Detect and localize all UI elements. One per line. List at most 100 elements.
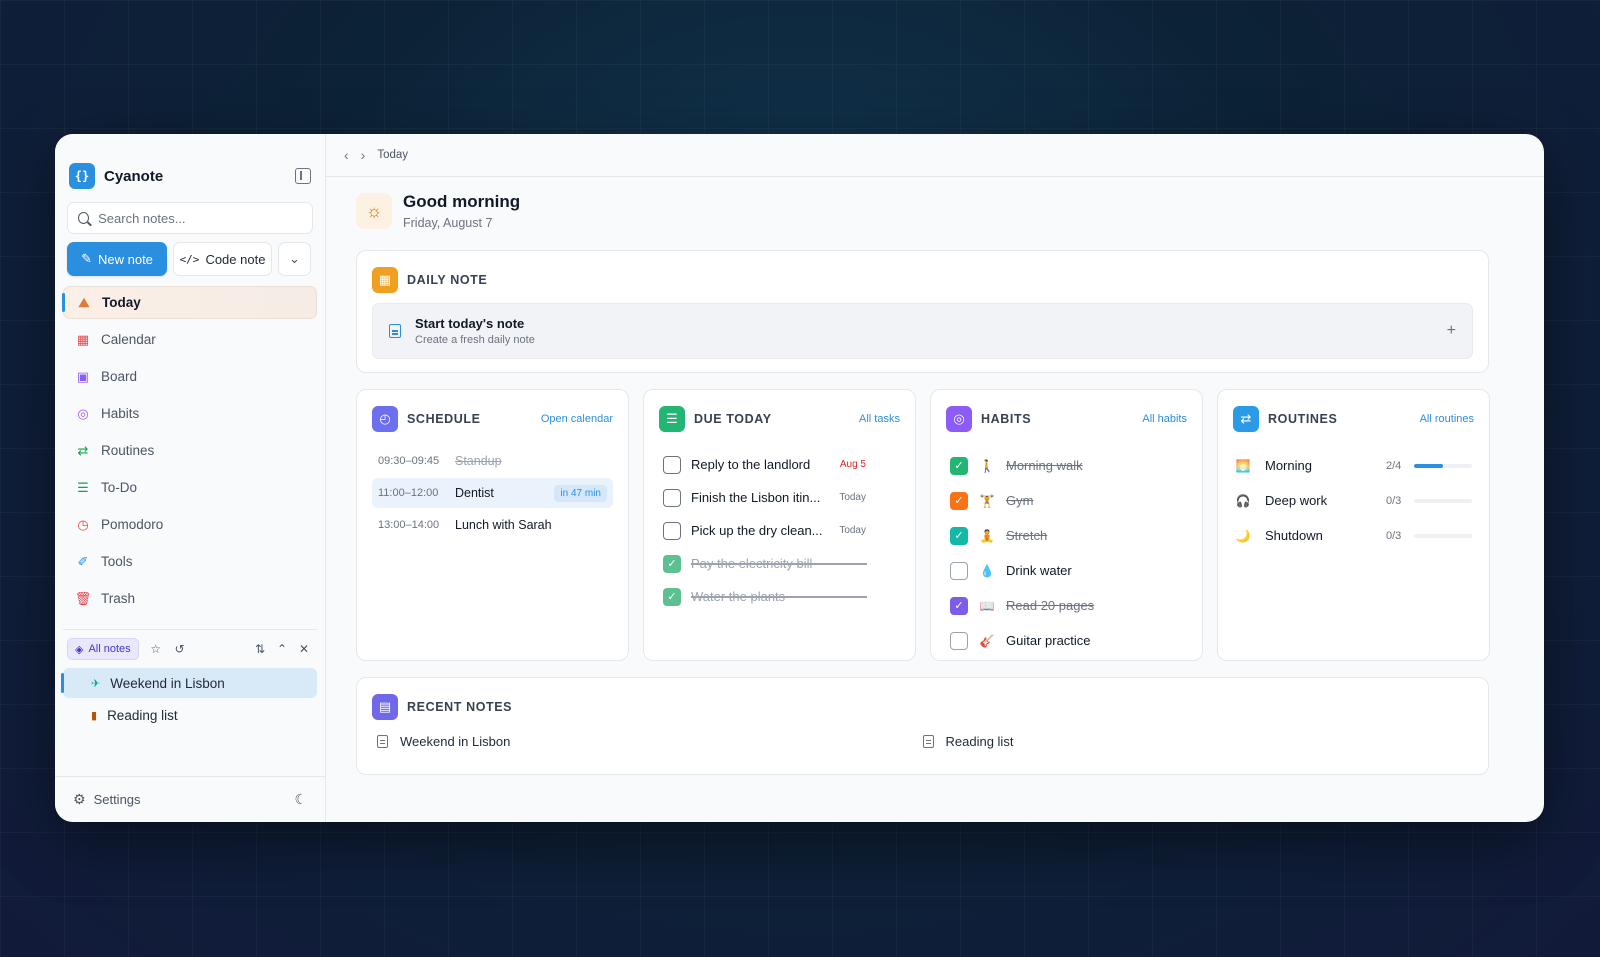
habit-checkbox-checked[interactable]: ✓: [950, 526, 968, 545]
document-icon: [389, 324, 401, 338]
strikethrough-line: [691, 563, 867, 565]
sunrise-icon: 🌅: [1235, 458, 1251, 473]
nav-item-tools[interactable]: ✐ Tools: [63, 545, 317, 578]
nav-item-label: Trash: [101, 591, 136, 606]
main-content: ‹ › Today ☼ Good morning Friday, August …: [326, 134, 1544, 822]
brand: {} Cyanote: [55, 134, 325, 190]
nav-item-calendar[interactable]: ▦ Calendar: [63, 323, 317, 356]
search-input[interactable]: [98, 210, 302, 226]
event-title: Standup: [455, 454, 502, 468]
due-today-card: ☰ DUE TODAY All tasks Reply to the landl…: [643, 389, 916, 661]
recent-note-item[interactable]: Reading list: [922, 734, 1469, 749]
recent-note-item[interactable]: Weekend in Lisbon: [377, 734, 923, 749]
search-box[interactable]: [67, 202, 313, 234]
schedule-event[interactable]: 13:00–14:00 Lunch with Sarah: [372, 510, 613, 540]
habit-item: 🎸 Guitar practice: [950, 623, 1183, 658]
nav-item-pomodoro[interactable]: ◷ Pomodoro: [63, 508, 317, 541]
headphones-icon: 🎧: [1235, 493, 1251, 508]
sort-icon[interactable]: ⇅: [253, 642, 267, 656]
schedule-event[interactable]: 09:30–09:45 Standup: [372, 446, 613, 476]
back-icon[interactable]: ‹: [344, 147, 349, 163]
forward-icon[interactable]: ›: [361, 147, 366, 163]
schedule-event-current[interactable]: 11:00–12:00 Dentist in 47 min: [372, 478, 613, 508]
task-checkbox-checked[interactable]: ✓: [663, 587, 681, 606]
task-checkbox[interactable]: [663, 455, 681, 474]
nav-item-label: Calendar: [101, 332, 156, 347]
checklist-icon: ☰: [77, 479, 89, 495]
all-habits-link[interactable]: All habits: [1142, 413, 1187, 425]
search-icon: [78, 212, 90, 224]
nav-item-habits[interactable]: ◎ Habits: [63, 397, 317, 430]
all-notes-filter[interactable]: ◈ All notes: [67, 638, 139, 660]
routine-item[interactable]: 🌙 Shutdown 0/3: [1235, 518, 1472, 553]
sidebar: {} Cyanote ✎ New note </> Code note ⌄ ⛰: [55, 134, 326, 822]
task-checkbox[interactable]: [663, 488, 681, 507]
nav-item-label: Tools: [101, 554, 133, 569]
nav-item-board[interactable]: ▣ Board: [63, 360, 317, 393]
all-tasks-link[interactable]: All tasks: [859, 413, 900, 425]
habit-checkbox-checked[interactable]: ✓: [950, 596, 968, 615]
habit-checkbox[interactable]: [950, 631, 968, 650]
task-item-done: ✓ Water the plants: [663, 580, 896, 613]
task-title[interactable]: Finish the Lisbon itin...: [691, 490, 820, 505]
nav-item-today[interactable]: ⛰ Today: [62, 286, 317, 319]
expand-icon[interactable]: ⌃: [275, 642, 289, 656]
gear-icon: ⚙: [73, 791, 86, 807]
routine-name: Morning: [1265, 458, 1312, 473]
code-icon: </>: [179, 252, 200, 266]
note-item-weekend-in-lisbon[interactable]: ✈ Weekend in Lisbon: [61, 668, 317, 698]
recent-note-title: Weekend in Lisbon: [400, 734, 511, 749]
sun-icon: ☼: [356, 193, 392, 229]
routine-item[interactable]: 🎧 Deep work 0/3: [1235, 483, 1472, 518]
routine-name: Deep work: [1265, 493, 1328, 508]
star-icon[interactable]: ☆: [149, 642, 163, 656]
nav-item-label: To-Do: [101, 480, 138, 495]
all-routines-link[interactable]: All routines: [1420, 413, 1474, 425]
daily-note-card: ▦ DAILY NOTE Start today's note Create a…: [356, 250, 1489, 373]
target-icon: ◎: [946, 406, 972, 432]
habit-item: 💧 Drink water: [950, 553, 1183, 588]
task-checkbox[interactable]: [663, 521, 681, 540]
habit-checkbox-checked[interactable]: ✓: [950, 456, 968, 475]
routine-count: 0/3: [1386, 529, 1402, 542]
task-title[interactable]: Pick up the dry clean...: [691, 523, 823, 538]
airplane-icon: ✈: [91, 677, 101, 690]
main-nav: ⛰ Today ▦ Calendar ▣ Board ◎ Habits ⇄ Ro…: [55, 286, 325, 619]
task-item: Pick up the dry clean... Today: [663, 514, 896, 547]
moon-icon[interactable]: ☾: [294, 791, 307, 808]
more-note-types-button[interactable]: ⌄: [278, 242, 311, 276]
task-title[interactable]: Reply to the landlord: [691, 457, 810, 472]
notes-toolbar: ◈ All notes ☆ ↺ ⇅ ⌃ ✕: [63, 629, 317, 660]
habit-checkbox-checked[interactable]: ✓: [950, 491, 968, 510]
board-icon: ▣: [76, 368, 90, 384]
settings-link[interactable]: Settings: [94, 792, 141, 807]
habit-item: ✓ 📖 Read 20 pages: [950, 588, 1183, 623]
collapse-all-icon[interactable]: ✕: [297, 642, 311, 656]
code-note-button[interactable]: </> Code note: [173, 242, 272, 276]
calendar-clock-icon: ◴: [372, 406, 398, 432]
open-calendar-link[interactable]: Open calendar: [541, 413, 613, 425]
collapse-sidebar-icon[interactable]: [295, 168, 311, 184]
schedule-card: ◴ SCHEDULE Open calendar 09:30–09:45 Sta…: [356, 389, 629, 661]
history-icon[interactable]: ↺: [173, 642, 187, 656]
nav-item-todo[interactable]: ☰ To-Do: [63, 471, 317, 504]
books-icon: ▮: [91, 709, 98, 722]
note-item-reading-list[interactable]: ▮ Reading list: [63, 700, 317, 730]
nav-item-trash[interactable]: 🗑 Trash: [63, 582, 317, 615]
task-checkbox-checked[interactable]: ✓: [663, 554, 681, 573]
wrench-icon: ✐: [77, 553, 89, 569]
task-due-date: Today: [839, 525, 866, 536]
routine-item[interactable]: 🌅 Morning 2/4: [1235, 448, 1472, 483]
routine-progress: [1414, 463, 1472, 468]
new-note-button[interactable]: ✎ New note: [67, 242, 167, 276]
event-time: 13:00–14:00: [378, 519, 440, 531]
recent-notes-card: ▤ RECENT NOTES Weekend in Lisbon Reading…: [356, 677, 1489, 775]
habit-item: ✓ 🧘 Stretch: [950, 518, 1183, 553]
nav-item-routines[interactable]: ⇄ Routines: [63, 434, 317, 467]
topbar: ‹ › Today: [326, 134, 1544, 177]
start-daily-note-button[interactable]: Start today's note Create a fresh daily …: [372, 303, 1473, 359]
routine-progress: [1414, 498, 1472, 503]
trash-icon: 🗑: [74, 590, 92, 606]
habit-checkbox[interactable]: [950, 561, 968, 580]
document-icon: ▤: [372, 694, 398, 720]
